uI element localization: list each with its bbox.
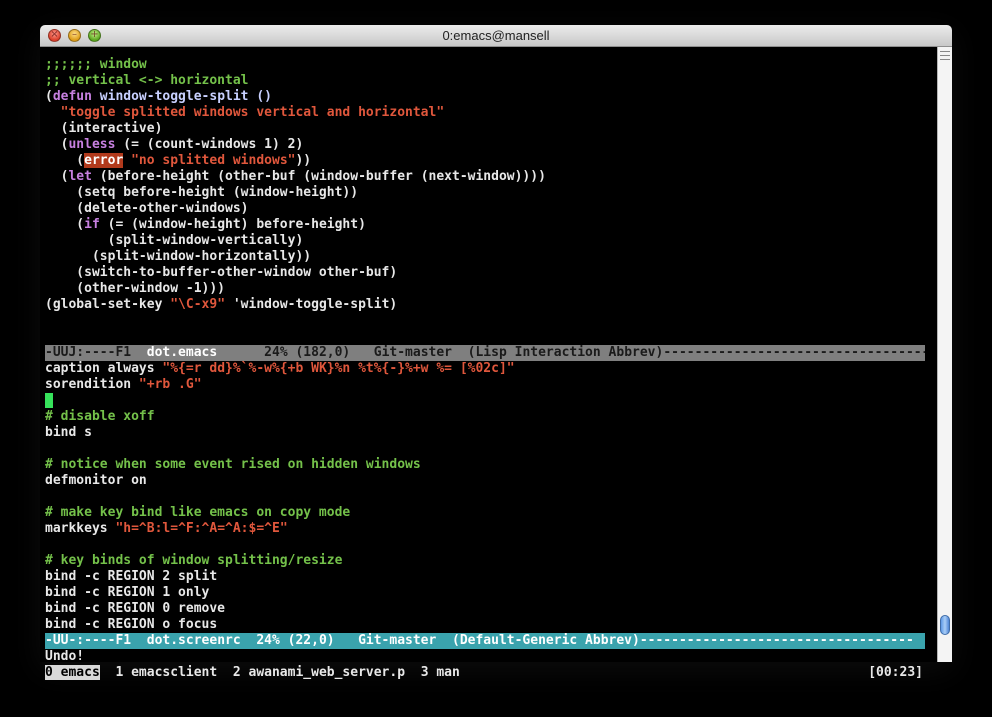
code-token: (split-window-vertically) (45, 233, 304, 248)
code-line[interactable]: ;;;;;; window (45, 57, 147, 73)
modeline-bottom[interactable]: -UU-:----F1 dot.screenrc 24% (22,0) Git-… (45, 633, 925, 649)
code-line[interactable]: (other-window -1))) (45, 281, 225, 297)
code-token: error (84, 153, 124, 168)
code-token: 'window-toggle-split) (225, 297, 398, 312)
code-token: # disable xoff (45, 409, 155, 424)
code-line[interactable]: sorendition "+rb .G" (45, 377, 202, 393)
code-line[interactable]: markkeys "h=^B:l=^F:^A=^A:$=^E" (45, 521, 288, 537)
code-token: defun (52, 89, 92, 104)
modeline-bottom-info: 24% (22,0) Git-master (Default-Generic A… (240, 633, 914, 648)
code-token: ;; vertical <-> horizontal (45, 73, 249, 88)
code-line[interactable]: bind -c REGION 2 split (45, 569, 217, 585)
code-token: caption always (45, 361, 163, 376)
scrollbar-thumb[interactable] (940, 615, 950, 635)
code-token: "%{=r dd}%`%-w%{+b WK}%n %t%{-}%+w %= [%… (162, 361, 515, 376)
terminal-window: × – + 0:emacs@mansell ;;;;;; window;; ve… (40, 25, 952, 680)
code-token: (setq before-height (window-height)) (45, 185, 359, 200)
code-line[interactable]: # notice when some event rised on hidden… (45, 457, 421, 473)
code-token: "toggle splitted windows vertical and ho… (45, 105, 445, 120)
code-line[interactable]: (let (before-height (other-buf (window-b… (45, 169, 546, 185)
code-line[interactable]: bind -c REGION 1 only (45, 585, 209, 601)
code-token: # notice when some event rised on hidden… (45, 457, 421, 472)
code-line[interactable]: ;; vertical <-> horizontal (45, 73, 249, 89)
code-line[interactable]: (defun window-toggle-split () (45, 89, 272, 105)
code-token: "h=^B:l=^F:^A=^A:$=^E" (115, 521, 288, 536)
code-token: bind -c REGION 0 remove (45, 601, 226, 616)
code-token: ( (45, 137, 69, 152)
code-token: (global-set-key (45, 297, 171, 312)
code-line[interactable]: # make key bind like emacs on copy mode (45, 505, 350, 521)
code-line[interactable]: (delete-other-windows) (45, 201, 249, 217)
code-token: "\C-x9" (170, 297, 226, 312)
code-token: bind -c REGION 2 split (45, 569, 218, 584)
modeline-bottom-status: -UU-:----F1 (45, 633, 147, 648)
code-line[interactable]: (setq before-height (window-height)) (45, 185, 358, 201)
code-token: if (84, 217, 100, 232)
modeline-top-buffer: dot.emacs (146, 345, 218, 360)
code-token: sorendition (45, 377, 139, 392)
code-token: )) (295, 153, 312, 168)
code-line[interactable]: (error "no splitted windows")) (45, 153, 311, 169)
code-token: # make key bind like emacs on copy mode (45, 505, 351, 520)
code-token: ( (45, 169, 69, 184)
code-token: (switch-to-buffer-other-window other-buf… (45, 265, 398, 280)
code-token: defmonitor on (45, 473, 147, 488)
code-line[interactable]: bind -c REGION 0 remove (45, 601, 225, 617)
code-token: (before-height (other-buf (window-buffer… (91, 169, 546, 184)
code-token: (other-window -1))) (45, 281, 226, 296)
code-line[interactable]: defmonitor on (45, 473, 147, 489)
screen-tab-active[interactable]: 0 emacs (45, 665, 100, 680)
screen-window-bar: 0 emacs 1 emacsclient 2 awanami_web_serv… (45, 665, 925, 681)
code-line[interactable]: (global-set-key "\C-x9" 'window-toggle-s… (45, 297, 397, 313)
code-token: (= (window-height) before-height) (99, 217, 366, 232)
text-cursor (45, 393, 53, 408)
code-line[interactable]: (if (= (window-height) before-height) (45, 217, 366, 233)
code-token: ( (45, 217, 85, 232)
code-token: (split-window-horizontally)) (45, 249, 312, 264)
code-line[interactable]: bind -c REGION o focus (45, 617, 217, 633)
vertical-scrollbar[interactable] (937, 47, 952, 662)
code-token: "+rb .G" (138, 377, 202, 392)
code-token: "no splitted windows" (131, 153, 296, 168)
modeline-bottom-buffer: dot.screenrc (146, 633, 241, 648)
code-line[interactable] (45, 393, 53, 409)
code-token: let (68, 169, 92, 184)
code-token: bind s (45, 425, 92, 440)
code-line[interactable]: bind s (45, 425, 92, 441)
code-token: bind -c REGION o focus (45, 617, 218, 632)
code-line[interactable]: "toggle splitted windows vertical and ho… (45, 105, 445, 121)
code-line[interactable]: # key binds of window splitting/resize (45, 553, 342, 569)
code-line[interactable]: caption always "%{=r dd}%`%-w%{+b WK}%n … (45, 361, 515, 377)
scrollbar-grip-icon (940, 51, 950, 60)
window-title: 0:emacs@mansell (442, 28, 550, 43)
code-token: window-toggle-split () (91, 89, 272, 104)
code-token: ( (45, 153, 85, 168)
code-token: unless (68, 137, 116, 152)
code-line[interactable]: # disable xoff (45, 409, 155, 425)
code-token: # key binds of window splitting/resize (45, 553, 343, 568)
minibuffer[interactable]: Undo! (45, 649, 84, 665)
code-token: (delete-other-windows) (45, 201, 249, 216)
modeline-top[interactable]: -UUJ:----F1 dot.emacs 24% (182,0) Git-ma… (45, 345, 925, 361)
code-line[interactable]: (interactive) (45, 121, 163, 137)
screen-tabs[interactable]: 1 emacsclient 2 awanami_web_server.p 3 m… (100, 665, 459, 680)
code-line[interactable]: (split-window-horizontally)) (45, 249, 311, 265)
code-token: bind -c REGION 1 only (45, 585, 210, 600)
screen-clock: [00:23] (868, 665, 923, 680)
title-bar[interactable]: × – + 0:emacs@mansell (40, 25, 952, 47)
code-token: (interactive) (45, 121, 163, 136)
code-token: ;;;;;; window (45, 57, 147, 72)
modeline-top-status: -UUJ:----F1 (45, 345, 147, 360)
modeline-top-info: 24% (182,0) Git-master (Lisp Interaction… (217, 345, 925, 360)
code-line[interactable]: (split-window-vertically) (45, 233, 304, 249)
code-token: markkeys (45, 521, 116, 536)
code-token: (= (count-windows 1) 2) (115, 137, 304, 152)
code-line[interactable]: (unless (= (count-windows 1) 2) (45, 137, 304, 153)
code-token: ( (45, 89, 53, 104)
terminal-area[interactable]: ;;;;;; window;; vertical <-> horizontal(… (45, 49, 925, 680)
code-line[interactable]: (switch-to-buffer-other-window other-buf… (45, 265, 397, 281)
